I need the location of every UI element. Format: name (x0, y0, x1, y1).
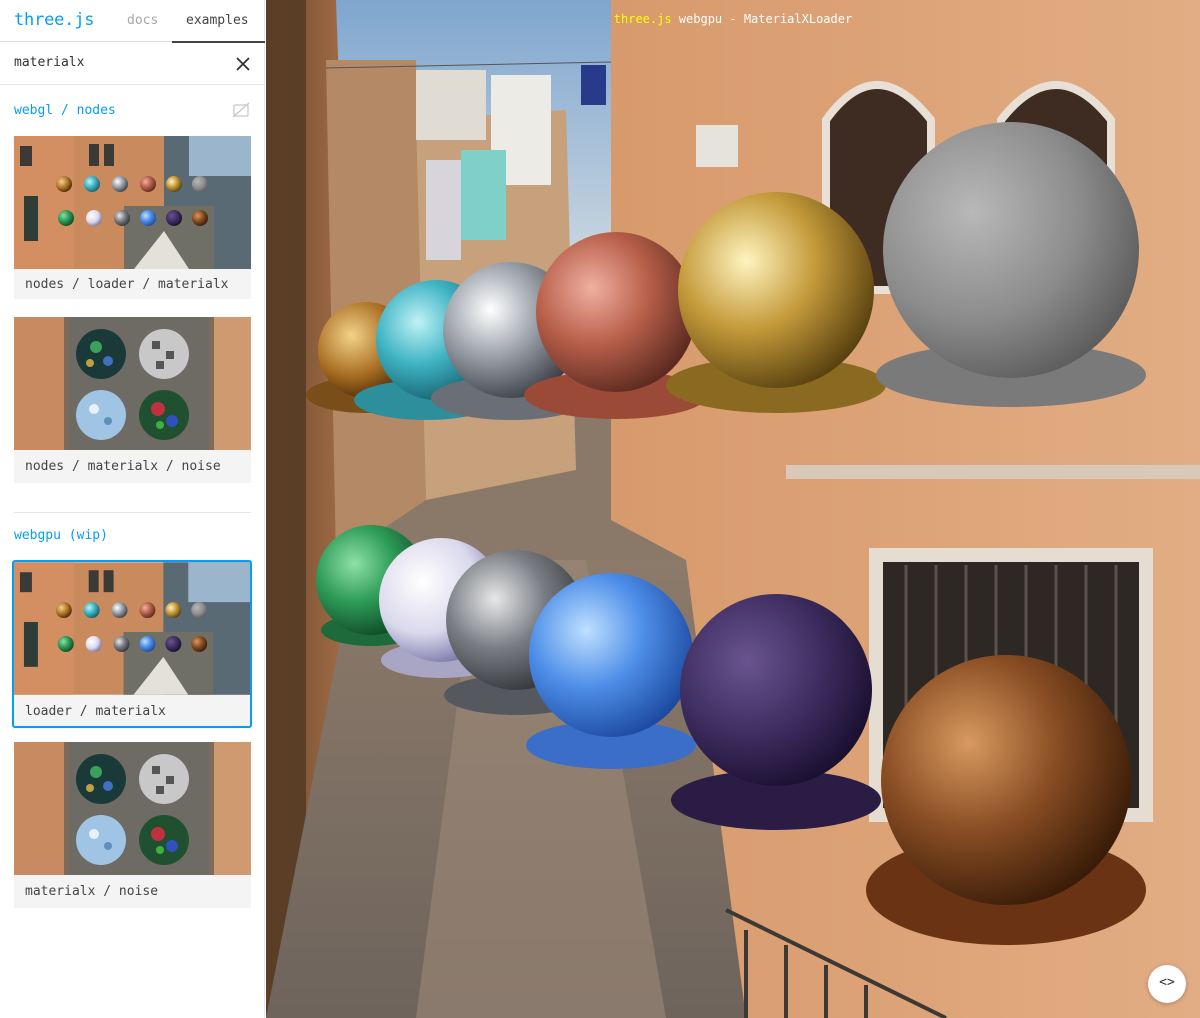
render-viewport[interactable] (266, 0, 1200, 1018)
sphere-wood (881, 655, 1131, 905)
scene-canvas[interactable] (266, 0, 1200, 1018)
brand-logo[interactable]: three.js (14, 10, 94, 30)
search-row (0, 43, 265, 85)
category-title-webgpu: webgpu (wip) (14, 528, 108, 543)
example-label: nodes / materialx / noise (25, 459, 221, 474)
example-label: nodes / loader / materialx (25, 277, 229, 292)
no-webgpu-icon (232, 102, 250, 118)
code-icon: <> (1159, 975, 1175, 990)
example-card-materialx-noise[interactable]: materialx / noise (14, 742, 251, 908)
sphere-copper (536, 232, 696, 392)
viewport-title-text: webgpu - MaterialXLoader (671, 12, 853, 26)
sphere-blue (529, 573, 693, 737)
sphere-gold (678, 192, 874, 388)
viewport-title-brand[interactable]: three.js (614, 12, 672, 26)
search-input[interactable] (14, 55, 224, 70)
example-label: loader / materialx (25, 704, 166, 719)
example-thumbnail (14, 562, 250, 695)
category-divider (14, 512, 251, 513)
view-source-button[interactable]: <> (1148, 965, 1186, 1003)
sphere-purple (680, 594, 872, 786)
example-thumbnail (14, 136, 251, 269)
sidebar-header: three.js docs examples (0, 0, 265, 43)
sidebar: three.js docs examples webgl / nodes (0, 0, 265, 1018)
tab-docs[interactable]: docs (127, 13, 158, 28)
category-title-webgl-nodes: webgl / nodes (14, 103, 116, 118)
example-label: materialx / noise (25, 884, 159, 899)
viewport-title: three.js webgpu - MaterialXLoader (266, 12, 1200, 26)
sphere-grey (883, 122, 1139, 378)
example-thumbnail (14, 317, 251, 450)
example-card-nodes-materialx-noise[interactable]: nodes / materialx / noise (14, 317, 251, 483)
example-card-nodes-loader-materialx[interactable]: nodes / loader / materialx (14, 136, 251, 299)
tab-examples[interactable]: examples (172, 0, 265, 43)
example-thumbnail (14, 742, 251, 875)
example-card-loader-materialx[interactable]: loader / materialx (12, 560, 252, 728)
close-icon[interactable] (234, 55, 252, 73)
